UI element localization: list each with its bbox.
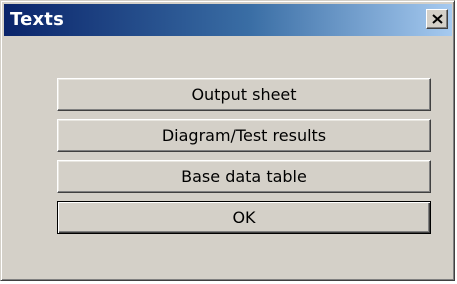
close-button[interactable] [426, 9, 448, 29]
texts-dialog: Texts Output sheet Diagram/Test results … [0, 0, 455, 281]
ok-button[interactable]: OK [57, 201, 431, 234]
title-bar[interactable]: Texts [4, 4, 452, 36]
base-data-table-button[interactable]: Base data table [57, 160, 431, 193]
close-icon [432, 14, 443, 24]
window-title: Texts [10, 9, 65, 30]
diagram-test-results-button[interactable]: Diagram/Test results [57, 119, 431, 152]
output-sheet-button[interactable]: Output sheet [57, 78, 431, 111]
